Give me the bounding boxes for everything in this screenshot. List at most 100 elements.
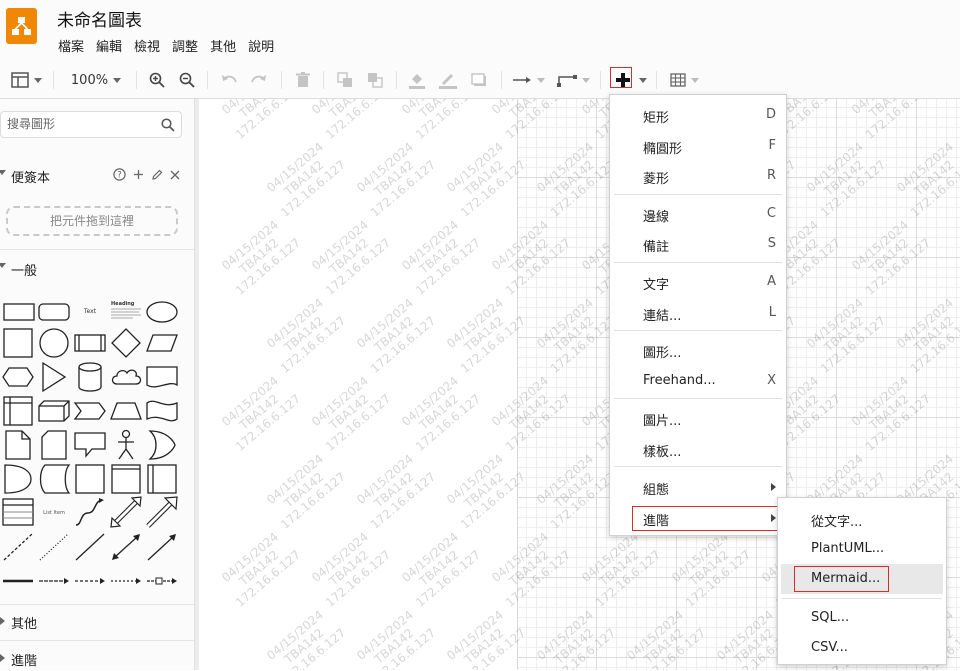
shape-dotted-line[interactable] bbox=[36, 530, 72, 564]
shape-dashed-line[interactable] bbox=[0, 530, 36, 564]
shape-rounded-rectangle[interactable] bbox=[36, 295, 72, 329]
shape-callout[interactable] bbox=[72, 428, 108, 462]
shape-actor[interactable] bbox=[108, 428, 144, 462]
shape-rectangle[interactable] bbox=[0, 295, 36, 329]
waypoints-button[interactable] bbox=[555, 62, 591, 98]
shape-ellipse[interactable] bbox=[144, 295, 180, 329]
watermark-text: 04/15/2024 TBA142 172.16.6.127 bbox=[219, 529, 304, 610]
other-section-header[interactable]: 其他 bbox=[0, 610, 194, 634]
insert-freehand-item[interactable]: Freehand... X bbox=[610, 366, 786, 396]
shape-cloud[interactable] bbox=[108, 360, 144, 394]
insert-link-item[interactable]: 連結... L bbox=[610, 298, 786, 328]
shape-cylinder[interactable] bbox=[72, 360, 108, 394]
shape-text[interactable]: Text bbox=[72, 295, 108, 329]
line-color-icon bbox=[439, 74, 457, 89]
to-front-button[interactable] bbox=[334, 62, 356, 98]
shape-search-field[interactable] bbox=[0, 111, 182, 138]
toolbar-divider bbox=[53, 71, 54, 89]
shape-line[interactable] bbox=[72, 530, 108, 564]
view-panels-button[interactable] bbox=[8, 62, 44, 98]
insert-ellipse-item[interactable]: 橢圓形 F bbox=[610, 131, 786, 161]
insert-image-item[interactable]: 圖片... bbox=[610, 403, 786, 433]
menu-view[interactable]: 檢視 bbox=[134, 36, 160, 55]
plantuml-item[interactable]: PlantUML... bbox=[778, 534, 946, 564]
menu-edit[interactable]: 編輯 bbox=[96, 36, 122, 55]
shape-triangle[interactable] bbox=[36, 360, 72, 394]
scratchpad-drop-zone[interactable]: 把元件拖到這裡 bbox=[6, 206, 178, 236]
menu-file[interactable]: 檔案 bbox=[58, 36, 84, 55]
shape-bidirectional-arrow[interactable] bbox=[108, 496, 144, 530]
shape-parallelogram[interactable] bbox=[144, 326, 180, 360]
general-section-header[interactable]: 一般 bbox=[0, 257, 194, 281]
delete-button[interactable] bbox=[292, 62, 314, 98]
edit-pencil-icon[interactable] bbox=[151, 169, 163, 181]
zoom-out-button[interactable] bbox=[176, 62, 198, 98]
shape-trapezoid[interactable] bbox=[108, 394, 144, 428]
shadow-button[interactable] bbox=[468, 62, 490, 98]
menu-arrange[interactable]: 調整 bbox=[172, 36, 198, 55]
shape-delay[interactable] bbox=[0, 462, 36, 496]
insert-edge-item[interactable]: 邊線 C bbox=[610, 199, 786, 229]
connection-style-button[interactable] bbox=[510, 62, 546, 98]
shape-list[interactable] bbox=[0, 496, 36, 530]
insert-text-item[interactable]: 文字 A bbox=[610, 267, 786, 297]
insert-note-item[interactable]: 備註 S bbox=[610, 229, 786, 259]
shape-swimlane[interactable] bbox=[144, 462, 180, 496]
shape-card[interactable] bbox=[36, 428, 72, 462]
to-back-button[interactable] bbox=[364, 62, 386, 98]
shape-step[interactable] bbox=[72, 394, 108, 428]
search-icon bbox=[161, 118, 175, 132]
shape-list-item[interactable]: List Item bbox=[36, 496, 72, 530]
shape-container[interactable] bbox=[108, 462, 144, 496]
shape-thick-link[interactable] bbox=[0, 564, 36, 598]
help-icon[interactable]: ? bbox=[113, 168, 126, 181]
shape-or[interactable] bbox=[144, 428, 180, 462]
close-icon[interactable] bbox=[170, 170, 180, 180]
shape-internal-storage[interactable] bbox=[0, 394, 36, 428]
shape-tape[interactable] bbox=[144, 394, 180, 428]
shape-document[interactable] bbox=[144, 360, 180, 394]
shape-dashed-arrow-connector[interactable] bbox=[72, 564, 108, 598]
shape-diamond[interactable] bbox=[108, 326, 144, 360]
insert-rhombus-item[interactable]: 菱形 R bbox=[610, 161, 786, 191]
shape-data-storage[interactable] bbox=[36, 462, 72, 496]
line-color-button[interactable] bbox=[437, 62, 459, 98]
from-text-item[interactable]: 從文字... bbox=[778, 504, 946, 534]
shape-process[interactable] bbox=[72, 326, 108, 360]
table-button[interactable] bbox=[666, 62, 702, 98]
fill-color-button[interactable] bbox=[406, 62, 428, 98]
zoom-in-button[interactable] bbox=[146, 62, 168, 98]
add-icon[interactable] bbox=[133, 169, 144, 180]
shape-curve[interactable] bbox=[72, 496, 108, 530]
insert-layout-item[interactable]: 組態 bbox=[610, 472, 786, 502]
menu-help[interactable]: 說明 bbox=[248, 36, 274, 55]
undo-button[interactable] bbox=[218, 62, 240, 98]
shape-hexagon[interactable] bbox=[0, 360, 36, 394]
insert-template-item[interactable]: 樣板... bbox=[610, 434, 786, 464]
insert-rectangle-item[interactable]: 矩形 D bbox=[610, 100, 786, 130]
csv-item[interactable]: CSV... bbox=[778, 633, 946, 663]
shape-circle[interactable] bbox=[36, 326, 72, 360]
shape-cube[interactable] bbox=[36, 394, 72, 428]
shape-note[interactable] bbox=[0, 428, 36, 462]
insert-shape-item[interactable]: 圖形... bbox=[610, 335, 786, 365]
shape-square[interactable] bbox=[0, 326, 36, 360]
shape-dotted-arrow-connector[interactable] bbox=[108, 564, 144, 598]
zoom-dropdown[interactable]: 100% bbox=[66, 62, 126, 98]
shape-arrow[interactable] bbox=[144, 496, 180, 530]
document-title[interactable]: 未命名圖表 bbox=[57, 6, 142, 31]
shape-search-input[interactable] bbox=[5, 116, 159, 132]
scratchpad-section-header[interactable]: 便簽本 ? bbox=[0, 164, 194, 188]
watermark-text: 04/15/2024 TBA142 172.16.6.127 bbox=[399, 217, 484, 298]
shape-labeled-connector[interactable] bbox=[144, 564, 180, 598]
redo-button[interactable] bbox=[248, 62, 270, 98]
shape-square-2[interactable] bbox=[72, 462, 108, 496]
shape-bidirectional-connector[interactable] bbox=[108, 530, 144, 564]
menu-bar: 檔案 編輯 檢視 調整 其他 說明 bbox=[58, 36, 286, 55]
menu-extras[interactable]: 其他 bbox=[210, 36, 236, 55]
advanced-section-header[interactable]: 進階 bbox=[0, 647, 194, 671]
shape-directional-connector[interactable] bbox=[144, 530, 180, 564]
shape-arrow-connector[interactable] bbox=[36, 564, 72, 598]
sql-item[interactable]: SQL... bbox=[778, 603, 946, 633]
shape-textbox[interactable]: Heading bbox=[108, 295, 144, 329]
